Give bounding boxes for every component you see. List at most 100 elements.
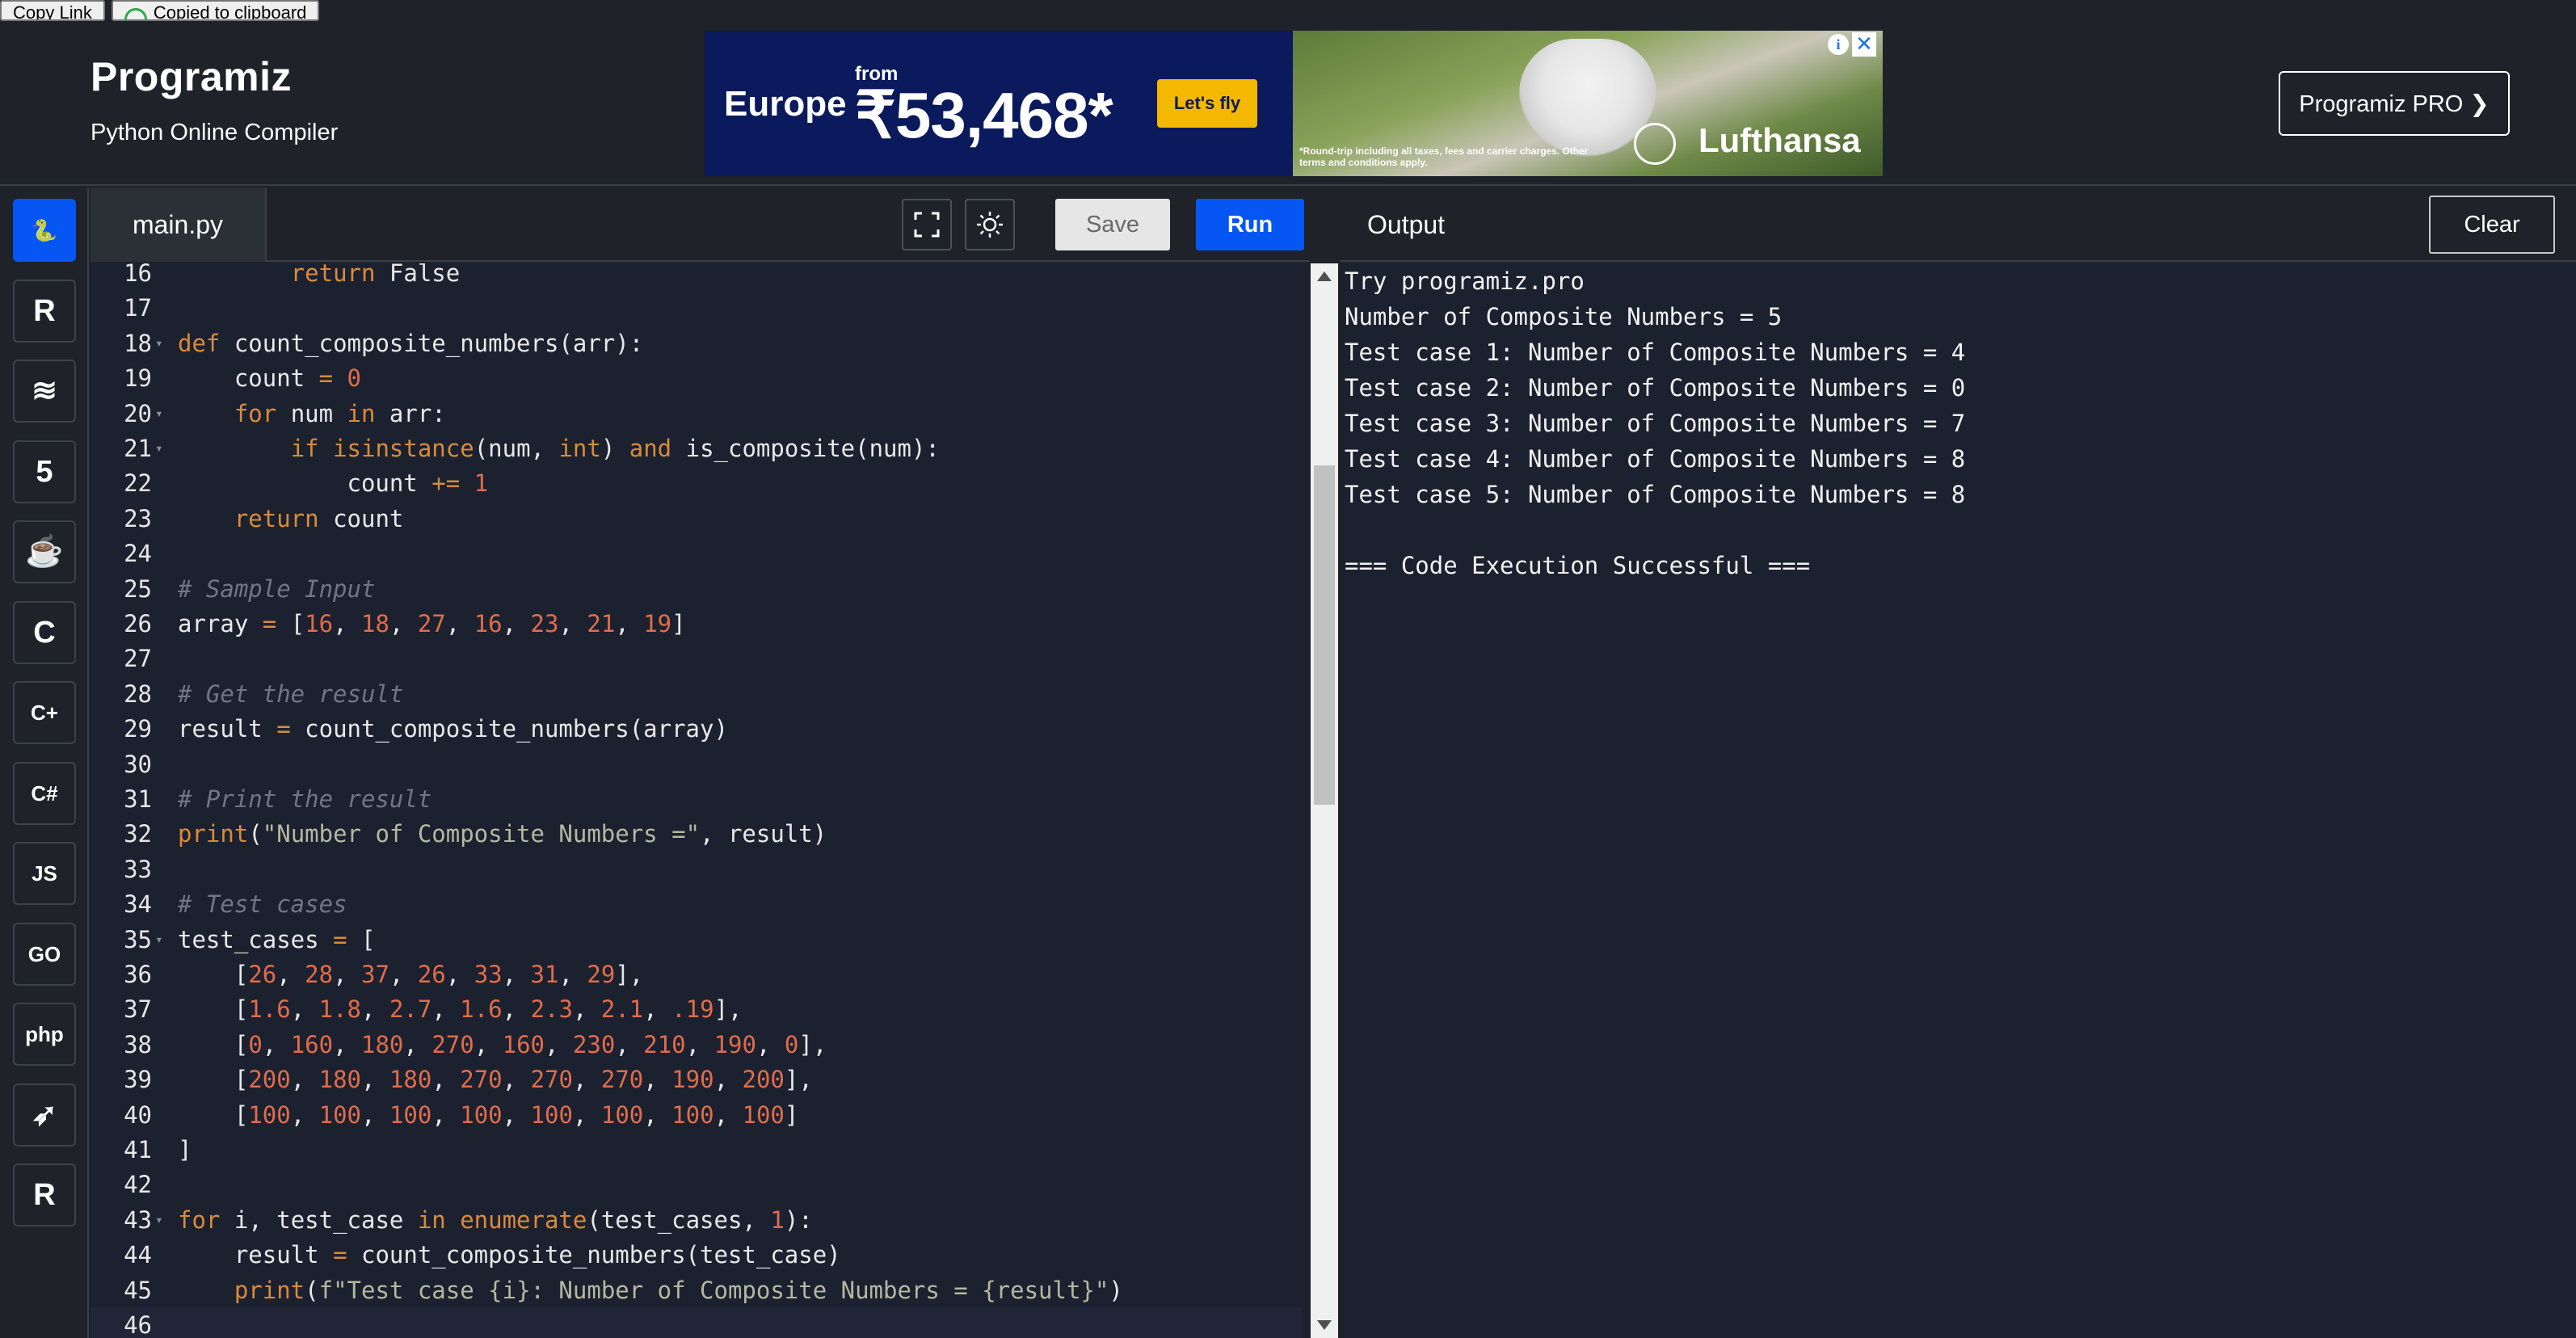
code-line[interactable]: 23 return count [90,501,1303,536]
rust-icon: R [33,1178,56,1212]
code-text: # Get the result [178,680,404,708]
advertisement-banner[interactable]: Europe from ₹53,468* Let's fly *Round-tr… [705,31,1883,176]
output-line: Test case 1: Number of Composite Numbers… [1345,339,1966,366]
code-text: if isinstance(num, int) and is_composite… [290,435,940,462]
output-toolbar: Output Clear [1340,187,2576,262]
check-icon [124,8,147,19]
ad-close-icon[interactable]: ✕ [1852,32,1876,57]
code-line[interactable]: 22 count += 1 [90,465,1303,501]
scroll-down-icon[interactable] [1317,1320,1332,1330]
line-number: 42 [124,1171,152,1199]
code-text: print(f"Test case {i}: Number of Composi… [234,1276,1123,1304]
line-number: 40 [124,1100,152,1129]
editor-scrollbar[interactable] [1311,263,1338,1338]
header: Programiz Python Online Compiler Europe … [0,0,2576,186]
save-button[interactable]: Save [1055,199,1170,250]
fold-arrow-icon[interactable]: ▾ [155,326,163,361]
code-text: ] [178,1136,192,1163]
line-number: 39 [124,1066,152,1094]
line-number: 20 [124,399,152,427]
output-console[interactable]: Try programiz.pro Number of Composite Num… [1340,263,2576,1338]
code-line[interactable]: 19 count = 0 [90,360,1303,396]
ad-offer-panel[interactable]: Europe from ₹53,468* Let's fly [705,31,1293,176]
fold-arrow-icon[interactable]: ▾ [155,922,163,957]
copied-to-clipboard-button[interactable]: Copied to clipboard [111,0,320,21]
scroll-thumb[interactable] [1314,465,1335,805]
scroll-up-icon[interactable] [1317,271,1332,281]
output-line: Try programiz.pro [1345,267,1585,295]
code-line[interactable]: 32 print("Number of Composite Numbers =",… [90,816,1303,852]
php-icon: php [25,1022,64,1046]
output-line: Number of Composite Numbers = 5 [1345,303,1783,330]
code-line[interactable]: 28 # Get the result [90,676,1303,712]
code-line[interactable]: 20 ▾ for num in arr: [90,396,1303,431]
code-line[interactable]: 17 [90,290,1303,326]
code-text: test_cases = [ [178,925,376,953]
html-icon: 5 [36,454,53,489]
language-rust-button[interactable]: R [13,1163,76,1226]
ad-image-panel[interactable]: *Round-trip including all taxes, fees an… [1293,31,1883,176]
language-csharp-button[interactable]: C# [13,761,76,825]
language-r-button[interactable]: R [13,279,76,343]
language-java-button[interactable]: ☕ [13,520,76,583]
code-line[interactable]: 39 [200, 180, 180, 270, 270, 270, 190, 2… [90,1062,1303,1097]
language-js-button[interactable]: JS [13,842,76,905]
code-text: def count_composite_numbers(arr): [178,329,644,357]
fold-arrow-icon[interactable]: ▾ [155,1202,163,1238]
programiz-pro-button[interactable]: Programiz PRO ❯ [2279,71,2510,136]
sql-icon: ≋ [32,374,57,408]
clear-button[interactable]: Clear [2429,196,2555,254]
ad-cta-button[interactable]: Let's fly [1157,79,1257,128]
copied-label: Copied to clipboard [153,2,307,21]
language-html-button[interactable]: 5 [13,440,76,503]
language-go-button[interactable]: GO [13,922,76,986]
code-line[interactable]: 37 [1.6, 1.8, 2.7, 1.6, 2.3, 2.1, .19], [90,991,1303,1027]
code-line[interactable]: 41] [90,1132,1303,1168]
code-line[interactable]: 16 return False [90,263,1303,291]
ad-info-icon[interactable]: i [1828,34,1849,55]
language-php-button[interactable]: php [13,1003,76,1066]
code-line[interactable]: 35 ▾ test_cases = [ [90,922,1303,957]
theme-toggle-button[interactable] [965,199,1015,250]
line-number: 29 [124,715,152,743]
language-python-button[interactable]: 🐍 [13,199,76,262]
code-line[interactable]: 36 [26, 28, 37, 26, 33, 31, 29], [90,957,1303,992]
programiz-logo[interactable]: Programiz [90,53,292,100]
language-swift-button[interactable]: ➶ [13,1083,76,1147]
top-strip: Copy Link Copied to clipboard [0,0,320,21]
fold-arrow-icon[interactable]: ▾ [155,396,163,431]
line-number: 26 [124,610,152,637]
code-line[interactable]: 45 print(f"Test case {i}: Number of Comp… [90,1273,1303,1308]
copy-link-button[interactable]: Copy Link [0,0,105,21]
code-text: # Test cases [178,890,347,919]
language-c-button[interactable]: C [13,600,76,664]
code-line[interactable]: 34 # Test cases [90,886,1303,922]
code-line[interactable]: 43 ▾ for i, test_case in enumerate(test_ca… [90,1202,1303,1238]
run-button[interactable]: Run [1196,199,1304,250]
code-line[interactable]: 33 [90,852,1303,887]
editor-toolbar: main.py Save Run [90,187,1309,262]
line-number: 34 [124,890,152,919]
code-line[interactable]: 46 [90,1307,1303,1338]
code-line[interactable]: 29 result = count_composite_numbers(array… [90,711,1303,747]
code-line[interactable]: 30 [90,747,1303,782]
code-text: for num in arr: [234,399,446,427]
code-line[interactable]: 38 [0, 160, 180, 270, 160, 230, 210, 190… [90,1027,1303,1062]
fullscreen-button[interactable] [902,199,952,250]
code-line[interactable]: 44 result = count_composite_numbers(test… [90,1237,1303,1273]
sun-icon [977,212,1003,238]
code-line[interactable]: 40 [100, 100, 100, 100, 100, 100, 100, 1… [90,1097,1303,1133]
code-line[interactable]: 21 ▾ if isinstance(num, int) and is_compo… [90,431,1303,466]
code-line[interactable]: 31 # Print the result [90,781,1303,817]
code-editor[interactable]: 16 return False 17 18 ▾ def count_composite_… [90,263,1309,1338]
code-line[interactable]: 26 array = [16, 18, 27, 16, 23, 21, 19] [90,606,1303,642]
language-cpp-button[interactable]: C+ [13,681,76,744]
fold-arrow-icon[interactable]: ▾ [155,431,163,466]
language-sql-button[interactable]: ≋ [13,360,76,423]
code-line[interactable]: 27 [90,641,1303,676]
tab-main-py[interactable]: main.py [90,187,267,262]
code-line[interactable]: 25 # Sample Input [90,571,1303,607]
code-line[interactable]: 24 [90,536,1303,571]
code-line[interactable]: 18 ▾ def count_composite_numbers(arr): [90,326,1303,361]
code-line[interactable]: 42 [90,1167,1303,1202]
